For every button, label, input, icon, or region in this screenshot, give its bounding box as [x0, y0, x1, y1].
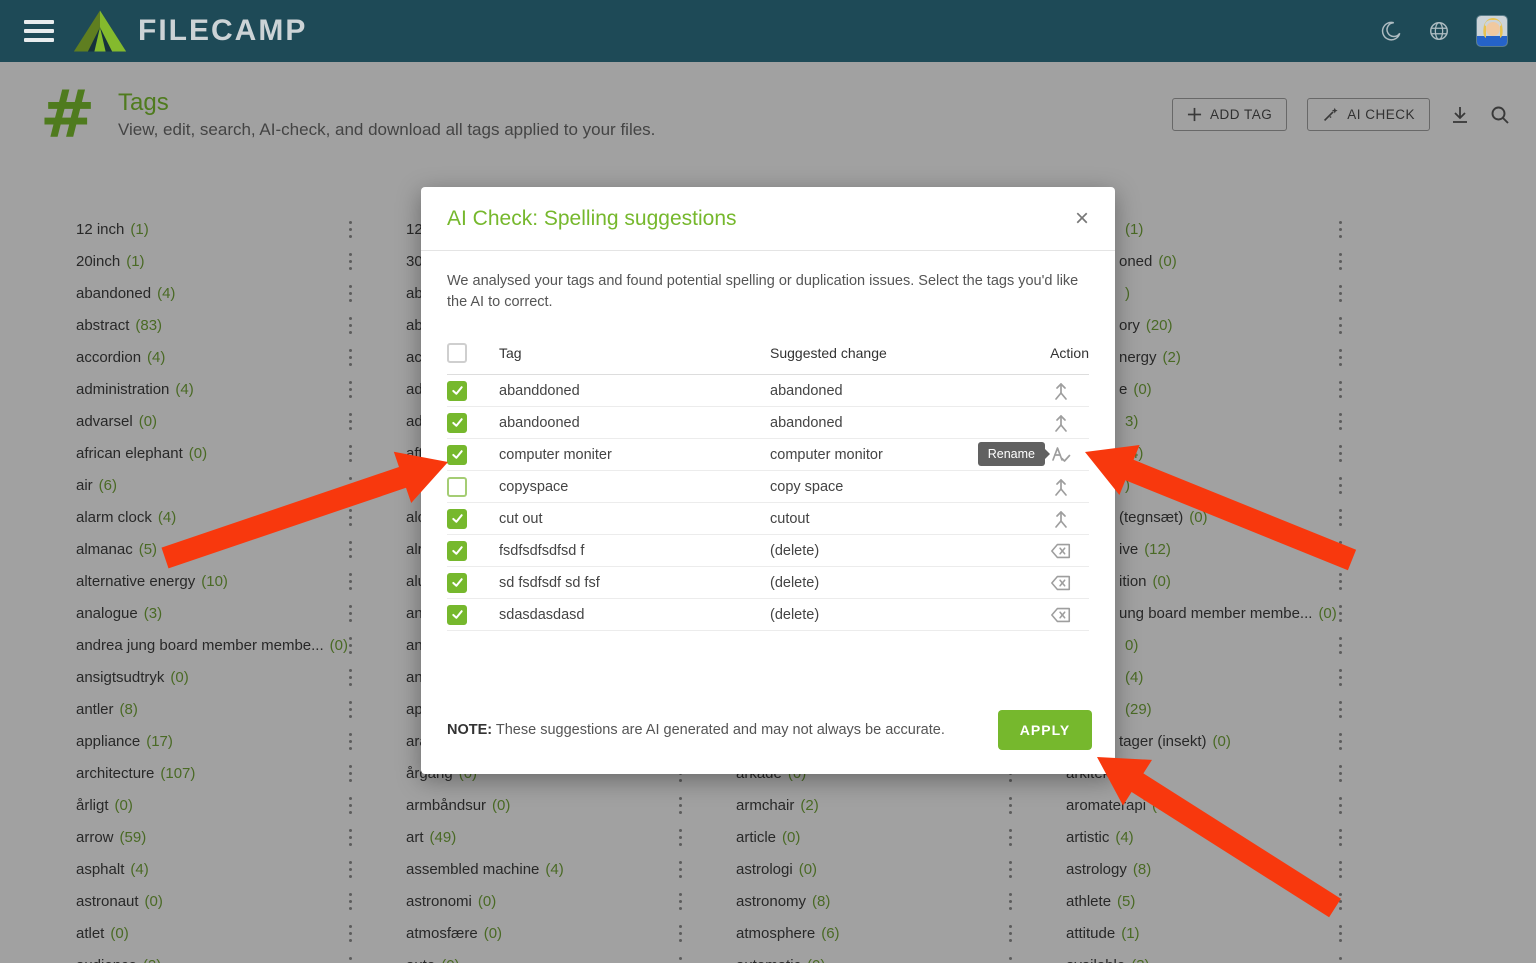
merge-action-icon[interactable]: [1033, 508, 1089, 530]
column-header-tag: Tag: [499, 345, 770, 361]
suggestion-row: computer monitercomputer monitorRename: [447, 439, 1089, 471]
suggested-change-value: cutout: [770, 511, 1033, 527]
suggested-change-value: (delete): [770, 543, 1033, 559]
suggestion-row: fsdfsdfsdfsd f(delete): [447, 535, 1089, 567]
row-checkbox[interactable]: [447, 541, 467, 561]
suggestions-table: Tag Suggested change Action abanddonedab…: [447, 331, 1089, 631]
suggested-change-value: abandoned: [770, 415, 1033, 431]
select-all-checkbox[interactable]: [447, 343, 467, 363]
language-globe-icon[interactable]: [1428, 20, 1450, 42]
delete-action-icon[interactable]: [1033, 604, 1089, 626]
suggested-change-value: (delete): [770, 575, 1033, 591]
tag-value: computer moniter: [499, 447, 770, 463]
table-header-row: Tag Suggested change Action: [447, 331, 1089, 375]
suggestion-row: copyspacecopy space: [447, 471, 1089, 503]
column-header-action: Action: [1033, 345, 1089, 361]
row-checkbox[interactable]: [447, 573, 467, 593]
tag-value: fsdfsdfsdfsd f: [499, 543, 770, 559]
hamburger-menu-icon[interactable]: [24, 20, 54, 42]
dark-mode-moon-icon[interactable]: [1380, 20, 1402, 42]
user-avatar[interactable]: [1476, 15, 1508, 47]
row-checkbox[interactable]: [447, 413, 467, 433]
row-checkbox[interactable]: [447, 445, 467, 465]
tent-logo-icon: [72, 8, 128, 54]
top-navbar: FILECAMP: [0, 0, 1536, 62]
suggestion-row: sd fsdfsdf sd fsf(delete): [447, 567, 1089, 599]
close-icon[interactable]: ×: [1075, 207, 1089, 231]
modal-title: AI Check: Spelling suggestions: [447, 207, 737, 231]
brand-name: FILECAMP: [138, 14, 307, 48]
merge-action-icon[interactable]: [1033, 380, 1089, 402]
modal-description: We analysed your tags and found potentia…: [421, 251, 1115, 313]
merge-action-icon[interactable]: [1033, 476, 1089, 498]
delete-action-icon[interactable]: [1033, 572, 1089, 594]
apply-button[interactable]: APPLY: [998, 710, 1092, 750]
tag-value: copyspace: [499, 479, 770, 495]
ai-disclaimer-note: NOTE: These suggestions are AI generated…: [447, 722, 945, 738]
ai-check-modal: AI Check: Spelling suggestions × We anal…: [421, 187, 1115, 774]
delete-action-icon[interactable]: [1033, 540, 1089, 562]
suggestion-row: abanddonedabandoned: [447, 375, 1089, 407]
tag-value: sdasdasdasd: [499, 607, 770, 623]
tag-value: abandooned: [499, 415, 770, 431]
rename-tooltip: Rename: [978, 442, 1045, 466]
suggested-change-value: abandoned: [770, 383, 1033, 399]
tag-value: sd fsdfsdf sd fsf: [499, 575, 770, 591]
row-checkbox[interactable]: [447, 477, 467, 497]
column-header-suggestion: Suggested change: [770, 345, 1033, 361]
suggestion-row: sdasdasdasd(delete): [447, 599, 1089, 631]
merge-action-icon[interactable]: [1033, 412, 1089, 434]
tag-value: cut out: [499, 511, 770, 527]
tag-value: abanddoned: [499, 383, 770, 399]
suggestion-row: abandoonedabandoned: [447, 407, 1089, 439]
brand-logo[interactable]: FILECAMP: [72, 8, 307, 54]
suggested-change-value: (delete): [770, 607, 1033, 623]
row-checkbox[interactable]: [447, 381, 467, 401]
row-checkbox[interactable]: [447, 605, 467, 625]
suggested-change-value: copy space: [770, 479, 1033, 495]
row-checkbox[interactable]: [447, 509, 467, 529]
suggestion-row: cut outcutout: [447, 503, 1089, 535]
